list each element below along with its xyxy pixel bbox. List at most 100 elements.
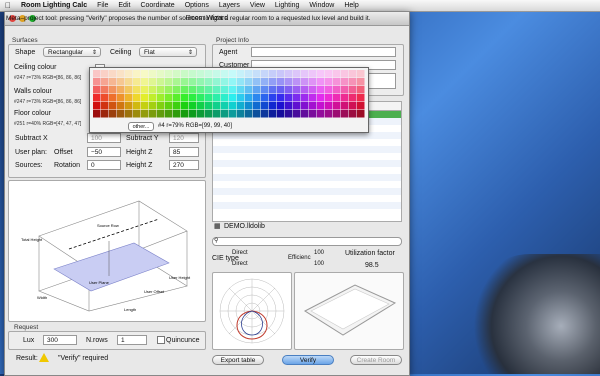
colour-swatch[interactable] — [125, 86, 133, 94]
colour-swatch[interactable] — [253, 94, 261, 102]
colour-swatch[interactable] — [261, 94, 269, 102]
colour-swatch[interactable] — [157, 102, 165, 110]
colour-swatch[interactable] — [173, 78, 181, 86]
colour-swatch[interactable] — [261, 86, 269, 94]
colour-swatch[interactable] — [157, 70, 165, 78]
colour-swatch[interactable] — [285, 94, 293, 102]
colour-swatch[interactable] — [245, 102, 253, 110]
colour-swatch[interactable] — [237, 78, 245, 86]
colour-swatch[interactable] — [101, 94, 109, 102]
colour-swatch[interactable] — [333, 78, 341, 86]
list-item[interactable] — [213, 167, 401, 174]
colour-swatch[interactable] — [173, 110, 181, 118]
subtract-y-field[interactable]: 120 — [169, 133, 199, 143]
colour-swatch[interactable] — [261, 70, 269, 78]
colour-swatch[interactable] — [261, 78, 269, 86]
colour-swatch[interactable] — [197, 102, 205, 110]
colour-swatch[interactable] — [261, 102, 269, 110]
colour-swatch[interactable] — [125, 94, 133, 102]
colour-swatch[interactable] — [229, 94, 237, 102]
colour-swatch[interactable] — [213, 78, 221, 86]
menu-file[interactable]: File — [92, 2, 113, 9]
colour-swatch[interactable] — [109, 110, 117, 118]
colour-swatch[interactable] — [333, 102, 341, 110]
colour-swatch[interactable] — [93, 78, 101, 86]
colour-swatch[interactable] — [157, 78, 165, 86]
colour-swatch[interactable] — [181, 110, 189, 118]
colour-swatch[interactable] — [237, 94, 245, 102]
colour-swatch[interactable] — [117, 102, 125, 110]
colour-swatch[interactable] — [181, 70, 189, 78]
colour-swatch[interactable] — [309, 78, 317, 86]
colour-swatch[interactable] — [293, 102, 301, 110]
colour-swatch[interactable] — [349, 78, 357, 86]
colour-swatch[interactable] — [133, 78, 141, 86]
colour-swatch[interactable] — [165, 102, 173, 110]
colour-swatch[interactable] — [317, 102, 325, 110]
colour-swatch[interactable] — [333, 94, 341, 102]
colour-swatch[interactable] — [301, 94, 309, 102]
colour-swatch[interactable] — [133, 70, 141, 78]
apple-icon[interactable]:  — [0, 1, 16, 10]
colour-swatch[interactable] — [149, 86, 157, 94]
colour-swatch[interactable] — [93, 86, 101, 94]
colour-swatch[interactable] — [149, 94, 157, 102]
colour-swatch[interactable] — [237, 102, 245, 110]
colour-swatch[interactable] — [309, 110, 317, 118]
colour-swatch[interactable] — [333, 86, 341, 94]
menu-coordinate[interactable]: Coordinate — [135, 2, 179, 9]
colour-swatch[interactable] — [317, 86, 325, 94]
colour-swatch[interactable] — [229, 110, 237, 118]
colour-swatch[interactable] — [109, 70, 117, 78]
colour-swatch[interactable] — [269, 94, 277, 102]
colour-swatch[interactable] — [189, 70, 197, 78]
colour-swatch[interactable] — [293, 78, 301, 86]
colour-swatch[interactable] — [189, 110, 197, 118]
colour-swatch[interactable] — [141, 78, 149, 86]
colour-swatch[interactable] — [245, 110, 253, 118]
menu-edit[interactable]: Edit — [113, 2, 135, 9]
colour-swatch[interactable] — [317, 70, 325, 78]
colour-swatch[interactable] — [181, 78, 189, 86]
colour-swatch[interactable] — [173, 102, 181, 110]
colour-swatch[interactable] — [253, 86, 261, 94]
colour-swatch[interactable] — [293, 94, 301, 102]
colour-swatch[interactable] — [197, 70, 205, 78]
colour-swatch[interactable] — [189, 94, 197, 102]
colour-swatch[interactable] — [229, 78, 237, 86]
colour-swatch[interactable] — [341, 94, 349, 102]
colour-swatch[interactable] — [157, 86, 165, 94]
colour-swatch[interactable] — [117, 70, 125, 78]
colour-swatch[interactable] — [317, 110, 325, 118]
colour-swatch[interactable] — [357, 78, 365, 86]
list-item[interactable] — [213, 160, 401, 167]
colour-swatch[interactable] — [325, 78, 333, 86]
list-item[interactable] — [213, 146, 401, 153]
colour-swatch[interactable] — [213, 86, 221, 94]
colour-swatch[interactable] — [125, 70, 133, 78]
colour-swatch[interactable] — [301, 86, 309, 94]
colour-swatch[interactable] — [197, 86, 205, 94]
colour-swatch[interactable] — [341, 78, 349, 86]
colour-swatch[interactable] — [141, 110, 149, 118]
colour-swatch[interactable] — [149, 78, 157, 86]
colour-swatch[interactable] — [309, 86, 317, 94]
colour-swatch[interactable] — [109, 86, 117, 94]
colour-swatch[interactable] — [253, 78, 261, 86]
rotation-field[interactable]: 0 — [87, 160, 121, 170]
colour-swatch[interactable] — [253, 110, 261, 118]
colour-swatch[interactable] — [357, 70, 365, 78]
colour-swatch[interactable] — [317, 78, 325, 86]
colour-swatch[interactable] — [165, 94, 173, 102]
colour-swatch[interactable] — [349, 110, 357, 118]
colour-swatch[interactable] — [125, 110, 133, 118]
colour-swatch[interactable] — [245, 78, 253, 86]
colour-swatch[interactable] — [285, 86, 293, 94]
height-z2-field[interactable]: 270 — [169, 160, 199, 170]
colour-swatch[interactable] — [189, 102, 197, 110]
colour-palette-grid[interactable] — [93, 70, 365, 120]
colour-swatch[interactable] — [173, 86, 181, 94]
colour-swatch[interactable] — [189, 86, 197, 94]
colour-swatch[interactable] — [285, 70, 293, 78]
menu-lighting[interactable]: Lighting — [270, 2, 305, 9]
